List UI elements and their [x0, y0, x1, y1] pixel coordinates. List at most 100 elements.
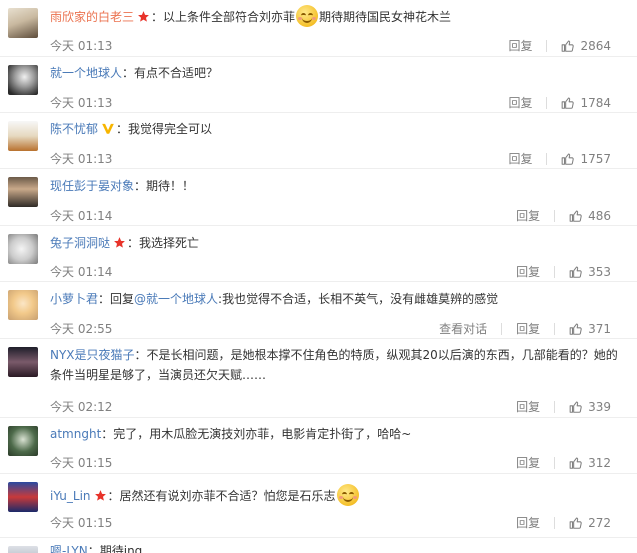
comment-actions: 回复 1757	[508, 150, 611, 167]
divider	[554, 456, 556, 469]
comment-item: NYX是只夜猫子：不是长相问题，是她根本撑不住角色的特质，纵观其20以后演的东西…	[0, 338, 637, 417]
username[interactable]: atmnght	[50, 427, 101, 441]
star-badge-icon	[113, 236, 126, 254]
thumbs-up-icon	[562, 97, 575, 109]
like-button[interactable]: 312	[569, 456, 611, 470]
reply-prefix: ：回复	[98, 292, 135, 306]
like-button[interactable]: 1757	[561, 152, 611, 166]
comment-body: ：完了，用木瓜脸无演技刘亦菲，电影肯定扑街了，哈哈~	[101, 427, 412, 441]
comment-item: 小萝卜君：回复@就一个地球人:我也觉得不合适，长相不英气，没有雌雄莫辨的感觉 今…	[0, 281, 637, 338]
like-button[interactable]: 1784	[561, 96, 611, 110]
thumbs-up-icon	[569, 517, 582, 529]
comment-text: 现任彭于晏对象：期待！！	[50, 177, 627, 195]
avatar[interactable]	[8, 426, 38, 456]
comment-time: 今天 01:13	[50, 39, 113, 53]
reply-button[interactable]: 回复	[516, 207, 540, 224]
thumbs-up-icon	[562, 153, 575, 165]
avatar[interactable]	[8, 8, 38, 38]
divider	[554, 322, 556, 335]
comment-body: :我也觉得不合适，长相不英气，没有雌雄莫辨的感觉	[218, 292, 499, 306]
like-count: 339	[588, 399, 611, 414]
avatar[interactable]	[8, 482, 38, 512]
username[interactable]: 嗯-LYN	[50, 544, 88, 553]
comment-text: 陈不忧郁 ：我觉得完全可以	[50, 120, 627, 140]
comment-text: 兔子洞洞哒 ：我选择死亡	[50, 234, 627, 254]
comment-body: ：我觉得完全可以	[116, 122, 213, 136]
thumbs-up-icon	[569, 210, 582, 222]
thumbs-up-icon	[569, 323, 582, 335]
username[interactable]: 兔子洞洞哒	[50, 236, 110, 250]
like-count: 312	[588, 455, 611, 470]
divider	[546, 39, 548, 52]
username[interactable]: 陈不忧郁	[50, 122, 98, 136]
username[interactable]: 现任彭于晏对象	[50, 179, 134, 193]
reply-button[interactable]: 回复	[508, 94, 532, 111]
comment-text: iYu_Lin ：居然还有说刘亦菲不合适？怕您是石乐志	[50, 484, 627, 507]
avatar[interactable]	[8, 234, 38, 264]
comment-text: 嗯-LYN：期待ing	[50, 542, 627, 553]
comment-item: 雨欣家的白老三 ：以上条件全部符合刘亦菲 期待期待国民女神花木兰 今天 01:13 …	[0, 0, 637, 56]
avatar[interactable]	[8, 347, 38, 377]
comment-actions: 回复 486	[516, 207, 611, 224]
comment-text: 雨欣家的白老三 ：以上条件全部符合刘亦菲 期待期待国民女神花木兰	[50, 5, 627, 28]
like-button[interactable]: 2864	[561, 39, 611, 53]
like-count: 1784	[580, 95, 611, 110]
like-count: 486	[588, 208, 611, 223]
thumbs-up-icon	[569, 457, 582, 469]
reply-button[interactable]: 回复	[516, 320, 540, 337]
like-count: 2864	[580, 38, 611, 53]
comment-actions: 回复 312	[516, 454, 611, 471]
avatar[interactable]	[8, 546, 38, 553]
comment-item: atmnght：完了，用木瓜脸无演技刘亦菲，电影肯定扑街了，哈哈~ 今天 01:…	[0, 417, 637, 473]
comment-actions: 回复 1784	[508, 94, 611, 111]
comment-actions: 回复 272	[516, 514, 611, 531]
comment-body: ：以上条件全部符合刘亦菲	[151, 10, 296, 24]
view-thread-button[interactable]: 查看对话	[439, 320, 487, 337]
comment-time: 今天 01:14	[50, 209, 113, 223]
like-button[interactable]: 486	[569, 209, 611, 223]
comment-actions: 回复 353	[516, 263, 611, 280]
username[interactable]: 就一个地球人	[50, 66, 122, 80]
divider	[554, 265, 556, 278]
comment-body-continued: 期待期待国民女神花木兰	[319, 10, 452, 24]
avatar[interactable]	[8, 65, 38, 95]
comment-time: 今天 02:55	[50, 322, 113, 336]
comment-body: ：居然还有说刘亦菲不合适？怕您是石乐志	[107, 489, 336, 503]
comment-time: 今天 01:15	[50, 456, 113, 470]
username[interactable]: 小萝卜君	[50, 292, 98, 306]
comment-time: 今天 01:13	[50, 96, 113, 110]
reply-button[interactable]: 回复	[508, 37, 532, 54]
username[interactable]: iYu_Lin	[50, 489, 91, 503]
like-count: 272	[588, 515, 611, 530]
like-button[interactable]: 339	[569, 400, 611, 414]
comment-text: 小萝卜君：回复@就一个地球人:我也觉得不合适，长相不英气，没有雌雄莫辨的感觉	[50, 290, 627, 308]
comment-body: ：不是长相问题，是她根本撑不住角色的特质，纵观其20以后演的东西，几部能看的？她…	[50, 348, 618, 382]
comment-time: 今天 02:12	[50, 400, 113, 414]
avatar[interactable]	[8, 290, 38, 320]
reply-button[interactable]: 回复	[516, 454, 540, 471]
avatar[interactable]	[8, 177, 38, 207]
thumbs-up-icon	[562, 40, 575, 52]
username[interactable]: 雨欣家的白老三	[50, 10, 134, 24]
reply-button[interactable]: 回复	[516, 398, 540, 415]
username[interactable]: NYX是只夜猫子	[50, 348, 135, 362]
comment-actions: 回复 2864	[508, 37, 611, 54]
like-button[interactable]: 371	[569, 322, 611, 336]
thumbs-up-icon	[569, 401, 582, 413]
reply-button[interactable]: 回复	[508, 150, 532, 167]
reply-button[interactable]: 回复	[516, 514, 540, 531]
comment-text: NYX是只夜猫子：不是长相问题，是她根本撑不住角色的特质，纵观其20以后演的东西…	[50, 345, 627, 385]
comment-actions: 回复 339	[516, 398, 611, 415]
comment-body: ：我选择死亡	[127, 236, 200, 250]
divider	[546, 96, 548, 109]
mention-link[interactable]: @就一个地球人	[134, 292, 218, 306]
reply-button[interactable]: 回复	[516, 263, 540, 280]
avatar[interactable]	[8, 121, 38, 151]
like-button[interactable]: 272	[569, 516, 611, 530]
like-button[interactable]: 353	[569, 265, 611, 279]
comment-item: iYu_Lin ：居然还有说刘亦菲不合适？怕您是石乐志 今天 01:15 回复 2…	[0, 473, 637, 537]
comment-text: 就一个地球人：有点不合适吧？	[50, 64, 627, 82]
comment-item: 现任彭于晏对象：期待！！ 今天 01:14 回复 486	[0, 168, 637, 225]
divider	[546, 152, 548, 165]
comment-body: ：期待！！	[134, 179, 195, 193]
